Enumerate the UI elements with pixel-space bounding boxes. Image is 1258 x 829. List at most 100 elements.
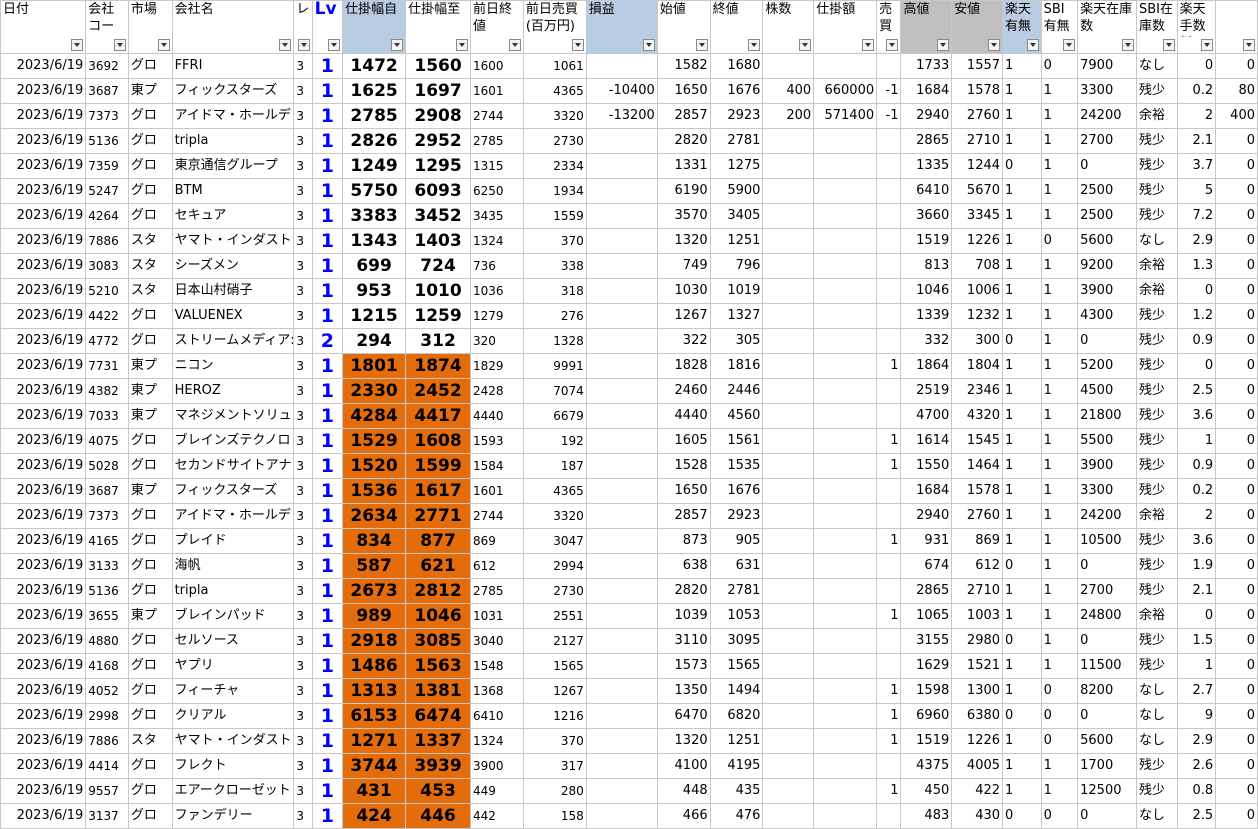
cell-amount[interactable] — [813, 403, 878, 429]
cell-hi[interactable]: 1339 — [900, 303, 953, 329]
cell-lo[interactable]: 2980 — [951, 628, 1004, 654]
cell-fee1[interactable]: 2.9 — [1176, 228, 1217, 254]
cell-rakuten-stock[interactable]: 2700 — [1077, 578, 1138, 604]
cell-hi[interactable]: 6960 — [900, 703, 953, 729]
cell-high[interactable]: 6093 — [405, 178, 472, 204]
cell-rakuten-stock[interactable]: 5600 — [1077, 728, 1138, 754]
cell-high[interactable]: 1560 — [405, 53, 472, 79]
cell-sbi-flag[interactable]: 1 — [1040, 178, 1079, 204]
cell-market[interactable]: 東プ — [127, 78, 173, 104]
cell-side[interactable]: 1 — [876, 453, 902, 479]
cell-amount[interactable] — [813, 603, 878, 629]
cell-amount[interactable] — [813, 178, 878, 204]
cell-open[interactable]: 6190 — [656, 178, 711, 204]
cell-pl[interactable] — [585, 578, 658, 604]
cell-lv[interactable]: 1 — [311, 503, 344, 529]
cell-open[interactable]: 466 — [656, 803, 711, 829]
cell-fee1[interactable]: 1.9 — [1176, 553, 1217, 579]
cell-low[interactable]: 294 — [342, 328, 407, 354]
cell-pl[interactable] — [585, 253, 658, 279]
cell-rakuten-flag[interactable]: 1 — [1002, 428, 1042, 454]
cell-sbi-flag[interactable]: 0 — [1040, 803, 1079, 829]
cell-pl[interactable] — [585, 303, 658, 329]
cell-rakuten-stock[interactable]: 0 — [1077, 803, 1138, 829]
cell-name[interactable]: プレイド — [171, 528, 295, 554]
cell-sbi-stock[interactable]: なし — [1136, 803, 1178, 829]
cell-open[interactable]: 322 — [656, 328, 711, 354]
cell-rank[interactable]: 3 — [293, 253, 313, 279]
cell-sbi-stock[interactable]: 残少 — [1136, 178, 1178, 204]
cell-code[interactable]: 4165 — [85, 528, 129, 554]
cell-lv[interactable]: 1 — [311, 403, 344, 429]
cell-code[interactable]: 7731 — [85, 353, 129, 379]
column-header-code[interactable]: 会社コード — [85, 0, 129, 54]
cell-open[interactable]: 4440 — [656, 403, 711, 429]
cell-shares[interactable] — [762, 278, 815, 304]
cell-sbi-stock[interactable]: なし — [1136, 678, 1178, 704]
cell-sbi-stock[interactable]: 残少 — [1136, 303, 1178, 329]
cell-date[interactable]: 2023/6/19 — [0, 78, 87, 104]
cell-pl[interactable] — [585, 378, 658, 404]
cell-market[interactable]: グロ — [127, 528, 173, 554]
cell-sbi-flag[interactable]: 1 — [1040, 353, 1079, 379]
cell-prev-close[interactable]: 1036 — [470, 278, 524, 304]
cell-lo[interactable]: 2760 — [951, 503, 1004, 529]
cell-rank[interactable]: 3 — [293, 328, 313, 354]
cell-prev-volume[interactable]: 1328 — [522, 328, 587, 354]
cell-fee2[interactable]: 0 — [1215, 203, 1258, 229]
cell-fee2[interactable]: 0 — [1215, 328, 1258, 354]
cell-market[interactable]: グロ — [127, 453, 173, 479]
cell-high[interactable]: 3085 — [405, 628, 472, 654]
cell-date[interactable]: 2023/6/19 — [0, 528, 87, 554]
cell-lo[interactable]: 1578 — [951, 78, 1004, 104]
cell-market[interactable]: グロ — [127, 153, 173, 179]
cell-lo[interactable]: 2710 — [951, 578, 1004, 604]
cell-rank[interactable]: 3 — [293, 353, 313, 379]
cell-amount[interactable] — [813, 253, 878, 279]
cell-prev-volume[interactable]: 317 — [522, 753, 587, 779]
cell-code[interactable]: 4264 — [85, 203, 129, 229]
cell-amount[interactable] — [813, 378, 878, 404]
cell-fee2[interactable]: 0 — [1215, 478, 1258, 504]
cell-close[interactable]: 3095 — [709, 628, 764, 654]
cell-rank[interactable]: 3 — [293, 528, 313, 554]
cell-fee1[interactable]: 0.2 — [1176, 478, 1217, 504]
cell-amount[interactable] — [813, 503, 878, 529]
cell-name[interactable]: HEROZ — [171, 378, 295, 404]
cell-sbi-flag[interactable]: 1 — [1040, 653, 1079, 679]
cell-date[interactable]: 2023/6/19 — [0, 203, 87, 229]
cell-fee2[interactable]: 0 — [1215, 453, 1258, 479]
cell-side[interactable] — [876, 553, 902, 579]
cell-rank[interactable]: 3 — [293, 753, 313, 779]
cell-lo[interactable]: 300 — [951, 328, 1004, 354]
cell-sbi-stock[interactable]: 残少 — [1136, 78, 1178, 104]
cell-close[interactable]: 435 — [709, 778, 764, 804]
cell-low[interactable]: 989 — [342, 603, 407, 629]
cell-low[interactable]: 2673 — [342, 578, 407, 604]
cell-rank[interactable]: 3 — [293, 403, 313, 429]
cell-shares[interactable] — [762, 403, 815, 429]
cell-rakuten-flag[interactable]: 1 — [1002, 503, 1042, 529]
cell-hi[interactable]: 3155 — [900, 628, 953, 654]
cell-rakuten-stock[interactable]: 12500 — [1077, 778, 1138, 804]
cell-high[interactable]: 6474 — [405, 703, 472, 729]
cell-side[interactable] — [876, 478, 902, 504]
cell-shares[interactable] — [762, 128, 815, 154]
cell-prev-volume[interactable]: 192 — [522, 428, 587, 454]
cell-fee1[interactable]: 2.9 — [1176, 728, 1217, 754]
cell-lo[interactable]: 1006 — [951, 278, 1004, 304]
cell-open[interactable]: 1350 — [656, 678, 711, 704]
cell-rakuten-flag[interactable]: 0 — [1002, 328, 1042, 354]
cell-prev-volume[interactable]: 1216 — [522, 703, 587, 729]
cell-market[interactable]: 東プ — [127, 378, 173, 404]
cell-side[interactable] — [876, 278, 902, 304]
column-header-hi[interactable]: 高値 — [900, 0, 953, 54]
cell-lv[interactable]: 1 — [311, 453, 344, 479]
cell-close[interactable]: 1251 — [709, 228, 764, 254]
cell-rank[interactable]: 3 — [293, 778, 313, 804]
cell-date[interactable]: 2023/6/19 — [0, 53, 87, 79]
cell-pl[interactable] — [585, 553, 658, 579]
cell-lv[interactable]: 1 — [311, 553, 344, 579]
cell-low[interactable]: 3744 — [342, 753, 407, 779]
cell-rank[interactable]: 3 — [293, 703, 313, 729]
